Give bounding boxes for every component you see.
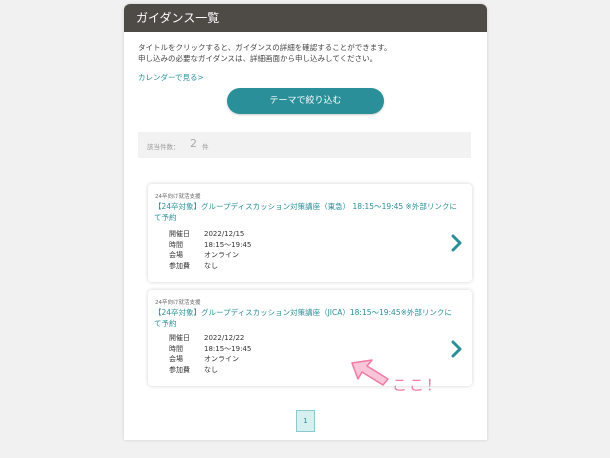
card-details: 開催日 2022/12/15 時間 18:15～19:45 会場 オンライン 参… xyxy=(169,229,251,271)
intro-text: タイトルをクリックすると、ガイダンスの詳細を確認することができます。 申し込みの… xyxy=(138,42,478,64)
list-divider xyxy=(299,170,321,174)
detail-value: なし xyxy=(204,365,218,374)
intro-line-2: 申し込みの必要なガイダンスは、詳細画面から申し込みしてください。 xyxy=(138,54,378,63)
result-count-bar: 該当件数： 2 件 xyxy=(138,132,471,158)
detail-row-date: 開催日 2022/12/22 xyxy=(169,333,251,344)
filter-by-theme-button[interactable]: テーマで絞り込む xyxy=(227,88,384,114)
detail-key: 会場 xyxy=(169,355,183,363)
count-label: 該当件数： xyxy=(147,143,180,151)
detail-row-time: 時間 18:15～19:45 xyxy=(169,344,251,355)
detail-key: 開催日 xyxy=(169,334,190,342)
detail-row-venue: 会場 オンライン xyxy=(169,354,251,365)
detail-value: 2022/12/15 xyxy=(204,230,245,238)
calendar-link[interactable]: カレンダーで見る> xyxy=(138,72,204,83)
detail-value: 18:15～19:45 xyxy=(204,240,252,249)
detail-value: 18:15～19:45 xyxy=(204,344,252,353)
card-tag: 24卒向け就活支援 xyxy=(155,300,201,306)
detail-row-time: 時間 18:15～19:45 xyxy=(169,240,251,251)
card-details: 開催日 2022/12/22 時間 18:15～19:45 会場 オンライン 参… xyxy=(169,333,251,375)
guidance-card[interactable]: 24卒向け就活支援 【24卒対象】グループディスカッション対策講座（JICA）1… xyxy=(148,290,472,386)
detail-value: なし xyxy=(204,261,218,270)
card-title-link[interactable]: 【24卒対象】グループディスカッション対策講座（JICA）18:15～19:45… xyxy=(154,307,459,329)
detail-key: 参加費 xyxy=(169,365,190,374)
detail-row-fee: 参加費 なし xyxy=(169,365,251,376)
pagination-page-button[interactable]: 1 xyxy=(296,410,315,432)
detail-value: オンライン xyxy=(204,355,239,363)
guidance-list: 24卒向け就活支援 【24卒対象】グループディスカッション対策講座（東急） 18… xyxy=(134,170,477,394)
count-value: 2 xyxy=(190,137,197,150)
count-unit: 件 xyxy=(202,143,209,151)
pointer-arrow-icon xyxy=(351,359,389,386)
detail-value: オンライン xyxy=(204,251,239,259)
detail-key: 時間 xyxy=(169,344,183,353)
chevron-right-icon[interactable] xyxy=(450,234,463,252)
detail-row-venue: 会場 オンライン xyxy=(169,250,251,261)
detail-row-fee: 参加費 なし xyxy=(169,261,251,272)
card-tag: 24卒向け就活支援 xyxy=(155,194,201,200)
chevron-right-icon[interactable] xyxy=(450,340,463,358)
detail-key: 会場 xyxy=(169,251,183,259)
guidance-card[interactable]: 24卒向け就活支援 【24卒対象】グループディスカッション対策講座（東急） 18… xyxy=(148,184,472,282)
annotation-label: ここ！ xyxy=(392,376,444,394)
detail-key: 参加費 xyxy=(169,261,190,270)
detail-row-date: 開催日 2022/12/15 xyxy=(169,229,251,240)
detail-key: 開催日 xyxy=(169,230,190,238)
detail-value: 2022/12/22 xyxy=(204,334,245,342)
intro-line-1: タイトルをクリックすると、ガイダンスの詳細を確認することができます。 xyxy=(138,43,392,52)
card-title-link[interactable]: 【24卒対象】グループディスカッション対策講座（東急） 18:15～19:45 … xyxy=(154,201,459,223)
panel-title: ガイダンス一覧 xyxy=(124,4,487,32)
detail-key: 時間 xyxy=(169,240,183,249)
